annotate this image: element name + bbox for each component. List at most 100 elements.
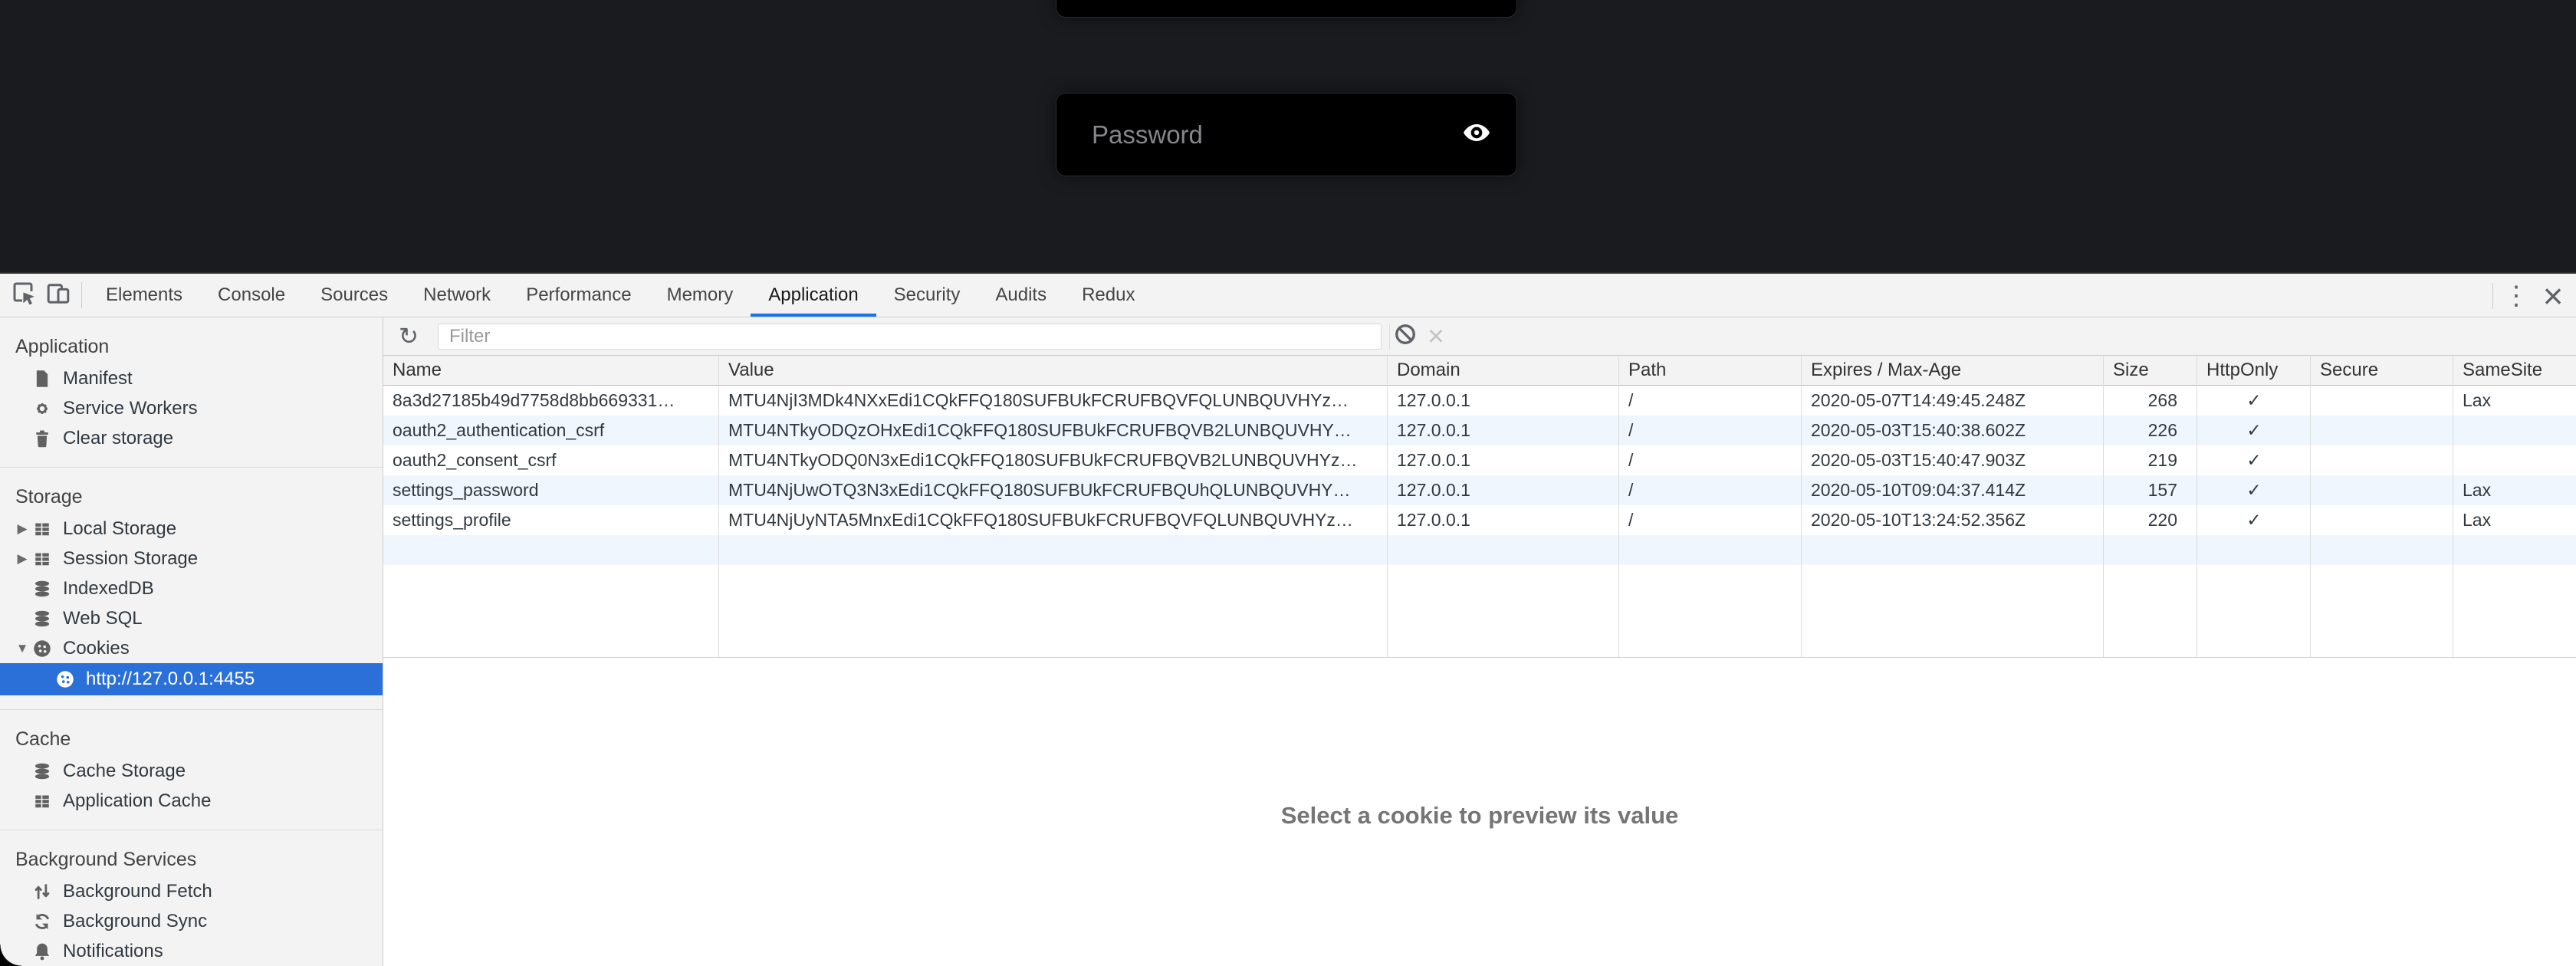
sidebar-item-label: Background Sync bbox=[63, 911, 207, 932]
tab-memory[interactable]: Memory bbox=[649, 274, 751, 317]
tab-elements[interactable]: Elements bbox=[88, 274, 200, 317]
cookie-cell-secure bbox=[2311, 475, 2453, 505]
preview-placeholder-text: Select a cookie to preview its value bbox=[383, 802, 2576, 830]
sidebar-item-indexeddb[interactable]: IndexedDB bbox=[0, 573, 383, 603]
sidebar-item-background-sync[interactable]: Background Sync bbox=[0, 906, 383, 936]
sidebar-item-manifest[interactable]: Manifest bbox=[0, 363, 383, 393]
sidebar-item-clear-storage[interactable]: Clear storage bbox=[0, 423, 383, 453]
more-options-kebab-icon[interactable]: ⋮ bbox=[2499, 281, 2533, 311]
column-header-domain[interactable]: Domain bbox=[1388, 356, 1619, 385]
sidebar-item-service-workers[interactable]: Service Workers bbox=[0, 393, 383, 423]
clear-all-cookies-button[interactable] bbox=[1390, 321, 1421, 352]
sidebar-item-web-sql[interactable]: Web SQL bbox=[0, 603, 383, 633]
devtools-panel: ElementsConsoleSourcesNetworkPerformance… bbox=[0, 272, 2576, 966]
table-icon bbox=[32, 791, 58, 811]
tab-network[interactable]: Network bbox=[406, 274, 508, 317]
sidebar-item-notifications[interactable]: Notifications bbox=[0, 936, 383, 966]
cookie-cell-name: settings_profile bbox=[383, 505, 719, 535]
tab-redux[interactable]: Redux bbox=[1064, 274, 1152, 317]
cookie-cell-secure bbox=[2311, 445, 2453, 475]
bell-icon bbox=[32, 941, 58, 961]
tab-sources[interactable]: Sources bbox=[303, 274, 406, 317]
cookies-toolbar: ↻ × bbox=[383, 317, 2576, 356]
device-toolbar-icon bbox=[46, 281, 71, 310]
cookie-cell-same-site: Lax bbox=[2453, 475, 2576, 505]
sidebar-item-cookies[interactable]: ▼Cookies bbox=[0, 633, 383, 663]
close-devtools-icon[interactable]: × bbox=[2533, 278, 2573, 314]
column-resize-handle[interactable] bbox=[1618, 356, 1619, 657]
column-header-value[interactable]: Value bbox=[719, 356, 1388, 385]
column-header-expires-max-age[interactable]: Expires / Max-Age bbox=[1802, 356, 2104, 385]
refresh-button[interactable]: ↻ bbox=[393, 321, 424, 352]
column-resize-handle[interactable] bbox=[1387, 356, 1388, 657]
sidebar-item-session-storage[interactable]: ▶Session Storage bbox=[0, 544, 383, 573]
tab-console[interactable]: Console bbox=[200, 274, 303, 317]
tab-performance[interactable]: Performance bbox=[508, 274, 649, 317]
inspect-element-button[interactable] bbox=[8, 278, 41, 312]
sidebar-section-title-application: Application bbox=[0, 330, 383, 363]
sidebar-item-label: Manifest bbox=[63, 368, 133, 389]
cookie-row-oauth2-authentication-csrf[interactable]: oauth2_authentication_csrfMTU4NTkyODQzOH… bbox=[383, 416, 2576, 445]
devtools-tab-bar: ElementsConsoleSourcesNetworkPerformance… bbox=[0, 274, 2576, 317]
chevron-down-icon[interactable]: ▼ bbox=[12, 641, 32, 656]
cookie-cell-name: settings_password bbox=[383, 475, 719, 505]
cookie-cell-http-only: ✓ bbox=[2197, 386, 2311, 416]
chevron-right-icon[interactable]: ▶ bbox=[12, 551, 32, 567]
toolbar-divider bbox=[2492, 283, 2493, 309]
column-header-name[interactable]: Name bbox=[383, 356, 719, 385]
cookie-row-settings-profile[interactable]: settings_profileMTU4NjUyNTA5MnxEdi1CQkFF… bbox=[383, 505, 2576, 535]
tab-audits[interactable]: Audits bbox=[978, 274, 1064, 317]
cookie-cell-path: / bbox=[1619, 416, 1802, 445]
cookie-cell-expires: 2020-05-10T09:04:37.414Z bbox=[1802, 475, 2104, 505]
window-corner bbox=[0, 945, 21, 966]
delete-selected-cookie-button[interactable]: × bbox=[1421, 321, 1451, 352]
cookie-cell-same-site: Lax bbox=[2453, 505, 2576, 535]
device-toolbar-button[interactable] bbox=[41, 278, 75, 312]
sidebar-item-background-fetch[interactable]: Background Fetch bbox=[0, 876, 383, 906]
cookie-row-oauth2-consent-csrf[interactable]: oauth2_consent_csrfMTU4NTkyODQ0N3xEdi1CQ… bbox=[383, 445, 2576, 475]
chevron-right-icon[interactable]: ▶ bbox=[12, 521, 32, 537]
password-input[interactable] bbox=[1090, 120, 1457, 150]
cookie-cell-http-only: ✓ bbox=[2197, 416, 2311, 445]
cookie-cell-secure bbox=[2311, 386, 2453, 416]
column-header-path[interactable]: Path bbox=[1619, 356, 1802, 385]
document-icon bbox=[32, 369, 58, 389]
sidebar-item-label: IndexedDB bbox=[63, 578, 154, 600]
gear-icon bbox=[32, 399, 58, 419]
sidebar-item-label: Application Cache bbox=[63, 790, 211, 812]
column-resize-handle[interactable] bbox=[2196, 356, 2197, 657]
tab-security[interactable]: Security bbox=[876, 274, 978, 317]
sidebar-item-http-127-0-0-1-4455[interactable]: http://127.0.0.1:4455 bbox=[0, 663, 383, 695]
column-resize-handle[interactable] bbox=[718, 356, 719, 657]
sidebar-item-label: http://127.0.0.1:4455 bbox=[86, 669, 255, 690]
screen: ElementsConsoleSourcesNetworkPerformance… bbox=[0, 0, 2576, 966]
cookie-cell-expires: 2020-05-03T15:40:47.903Z bbox=[1802, 445, 2104, 475]
sidebar-item-label: Notifications bbox=[63, 941, 163, 962]
text-field-partially-visible[interactable] bbox=[1056, 0, 1516, 17]
tab-application[interactable]: Application bbox=[751, 274, 876, 317]
cookie-cell-value: MTU4NjUwOTQ3N3xEdi1CQkFFQ180SUFBUkFCRUFB… bbox=[719, 475, 1388, 505]
sidebar-item-local-storage[interactable]: ▶ Local Storage bbox=[0, 514, 383, 544]
cookie-cell-domain: 127.0.0.1 bbox=[1388, 505, 1619, 535]
webpage-background bbox=[0, 0, 2576, 272]
column-header-samesite[interactable]: SameSite bbox=[2453, 356, 2576, 385]
toggle-password-visibility-button[interactable] bbox=[1457, 115, 1497, 155]
sidebar-item-label: Local Storage bbox=[63, 518, 176, 540]
column-resize-handle[interactable] bbox=[2310, 356, 2311, 657]
sidebar-item-cache-storage[interactable]: Cache Storage bbox=[0, 756, 383, 786]
table-icon bbox=[32, 549, 58, 569]
sidebar-item-application-cache[interactable]: Application Cache bbox=[0, 786, 383, 816]
column-header-httponly[interactable]: HttpOnly bbox=[2197, 356, 2311, 385]
inspect-cursor-icon bbox=[12, 281, 37, 310]
sidebar-item-label: Clear storage bbox=[63, 428, 173, 449]
cookie-table-body: 8a3d27185b49d7758d8bb669331…MTU4NjI3MDk4… bbox=[383, 386, 2576, 565]
cookie-row-settings-password[interactable]: settings_passwordMTU4NjUwOTQ3N3xEdi1CQkF… bbox=[383, 475, 2576, 505]
column-resize-handle[interactable] bbox=[2103, 356, 2104, 657]
column-resize-handle[interactable] bbox=[1801, 356, 1802, 657]
cookie-filter-input[interactable] bbox=[438, 324, 1382, 350]
cookie-cell-size: 268 bbox=[2104, 386, 2197, 416]
column-header-size[interactable]: Size bbox=[2104, 356, 2197, 385]
cookie-row-8a3d27185b49d7758d8bb669331[interactable]: 8a3d27185b49d7758d8bb669331…MTU4NjI3MDk4… bbox=[383, 386, 2576, 416]
column-header-secure[interactable]: Secure bbox=[2311, 356, 2453, 385]
cookie-cell-same-site bbox=[2453, 416, 2576, 445]
